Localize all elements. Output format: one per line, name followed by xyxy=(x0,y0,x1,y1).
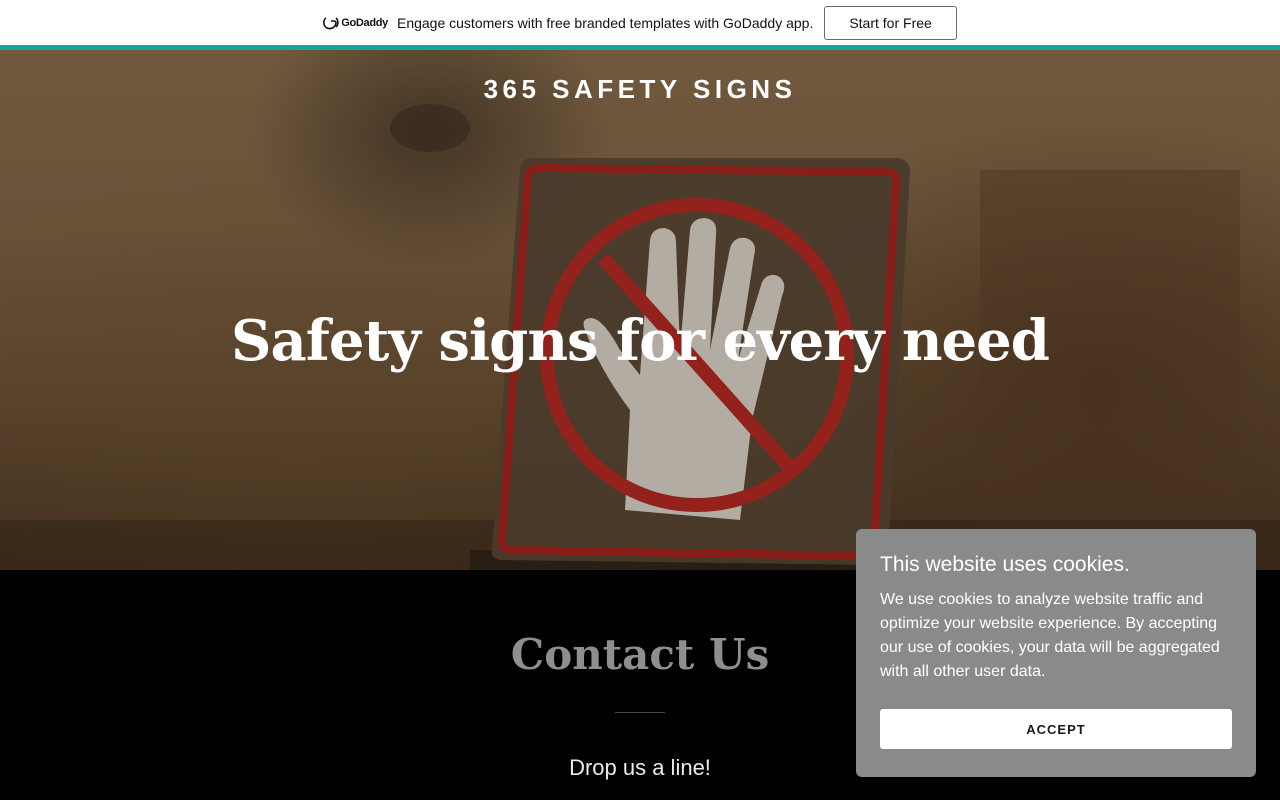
site-title[interactable]: 365 SAFETY SIGNS xyxy=(0,74,1280,105)
godaddy-logo-icon xyxy=(323,16,339,29)
accept-cookies-button[interactable]: ACCEPT xyxy=(880,709,1232,749)
start-for-free-button[interactable]: Start for Free xyxy=(824,5,957,40)
section-divider xyxy=(615,712,665,713)
cookie-banner-body: We use cookies to analyze website traffi… xyxy=(880,591,1220,680)
promo-message: Engage customers with free branded templ… xyxy=(396,14,814,31)
promo-bar: GoDaddy Engage customers with free brand… xyxy=(0,0,1280,45)
hero-headline: Safety signs for every need xyxy=(231,308,1050,374)
godaddy-logo[interactable]: GoDaddy xyxy=(323,16,388,30)
hero-section: 365 SAFETY SIGNS Safety signs for every … xyxy=(0,50,1280,570)
cookie-banner: This website uses cookies. We use cookie… xyxy=(856,529,1256,777)
cookie-banner-title: This website uses cookies. xyxy=(880,553,1130,576)
godaddy-logo-text: GoDaddy xyxy=(341,16,388,29)
